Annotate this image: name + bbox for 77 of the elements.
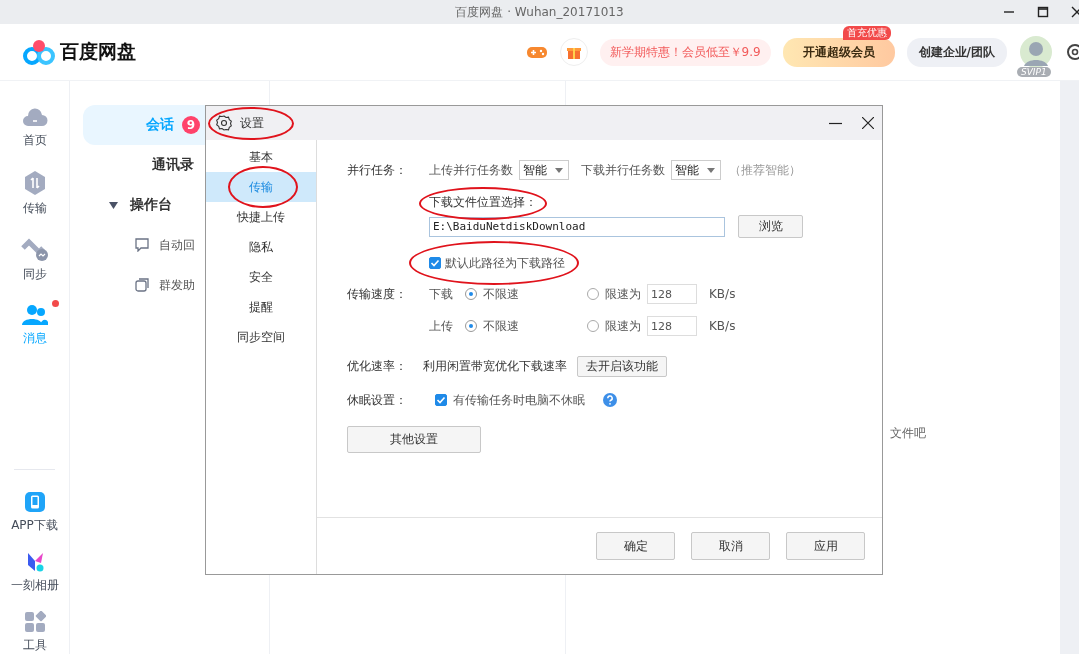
field-label: 传输速度： bbox=[347, 285, 408, 303]
path-field[interactable]: E:\BaiduNetdiskDownload bbox=[429, 216, 725, 237]
field-label: 下载并行任务数 bbox=[581, 161, 665, 179]
settings-tab[interactable]: 安全 bbox=[206, 262, 316, 292]
caret-icon bbox=[109, 201, 118, 209]
close-icon[interactable] bbox=[862, 117, 874, 129]
unit-label: KB/s bbox=[709, 319, 736, 333]
hint-text: （推荐智能） bbox=[729, 161, 801, 179]
radio-button[interactable] bbox=[465, 320, 477, 332]
settings-tab[interactable]: 同步空间 bbox=[206, 322, 316, 352]
checkbox-label: 有传输任务时电脑不休眠 bbox=[453, 391, 585, 409]
dialog-button[interactable]: 取消 bbox=[691, 532, 770, 560]
settings-tab[interactable]: 提醒 bbox=[206, 292, 316, 322]
window-title: 百度网盘 · Wuhan_20171013 bbox=[455, 3, 624, 21]
gamepad-icon[interactable] bbox=[525, 44, 548, 60]
avatar-icon[interactable] bbox=[1019, 35, 1053, 69]
radio-label: 不限速 bbox=[483, 285, 519, 303]
settings-tab[interactable]: 隐私 bbox=[206, 232, 316, 262]
maximize-icon[interactable] bbox=[1037, 6, 1049, 18]
settings-icon[interactable] bbox=[1065, 42, 1079, 62]
radio-button[interactable] bbox=[465, 288, 477, 300]
nav-item[interactable]: 工具 bbox=[8, 606, 61, 654]
dialog-button[interactable]: 应用 bbox=[786, 532, 865, 560]
vip-button[interactable]: 开通超级会员 bbox=[782, 37, 895, 67]
nav-item[interactable]: 传输 bbox=[8, 165, 61, 217]
caret-icon bbox=[707, 167, 715, 173]
caret-icon bbox=[555, 167, 563, 173]
unit-label: KB/s bbox=[709, 287, 736, 301]
dialog-button[interactable]: 确定 bbox=[596, 532, 675, 560]
section-label: 下载文件位置选择： bbox=[429, 193, 537, 211]
checkbox[interactable] bbox=[435, 394, 447, 406]
speed-field[interactable]: 128 bbox=[647, 316, 697, 336]
close-icon[interactable] bbox=[1071, 6, 1079, 18]
svip-badge: SVIP1 bbox=[1017, 67, 1051, 77]
radio-label: 限速为 bbox=[605, 285, 641, 303]
transfer-icon bbox=[22, 170, 47, 196]
field-label: 休眠设置： bbox=[347, 391, 408, 409]
logo-icon bbox=[22, 38, 56, 66]
field-label: 并行任务： bbox=[347, 161, 408, 179]
nav-item[interactable]: 同步 bbox=[8, 233, 61, 283]
dropdown[interactable]: 智能 bbox=[671, 160, 721, 180]
count-badge: 9 bbox=[182, 116, 200, 134]
cloud-icon bbox=[21, 106, 48, 128]
browse-button[interactable]: 浏览 bbox=[738, 215, 803, 238]
people-icon bbox=[20, 304, 49, 326]
nav-item[interactable]: 首页 bbox=[8, 101, 61, 149]
apps-icon bbox=[23, 611, 46, 633]
checkbox[interactable] bbox=[429, 257, 441, 269]
other-settings-button[interactable]: 其他设置 bbox=[347, 426, 481, 453]
dropdown[interactable]: 智能 bbox=[519, 160, 569, 180]
team-button[interactable]: 创建企业/团队 bbox=[906, 37, 1007, 67]
radio-label: 不限速 bbox=[483, 317, 519, 335]
phone-icon bbox=[23, 491, 46, 513]
radio-button[interactable] bbox=[587, 288, 599, 300]
speed-field[interactable]: 128 bbox=[647, 284, 697, 304]
nav-item[interactable]: APP下载 bbox=[8, 486, 61, 534]
field-label: 上传 bbox=[429, 317, 454, 335]
settings-tab[interactable]: 基本 bbox=[206, 142, 316, 172]
promo-badge: 首充优惠 bbox=[842, 25, 891, 40]
checkbox-label: 默认此路径为下载路径 bbox=[445, 254, 565, 272]
dialog-title: 设置 bbox=[240, 114, 264, 132]
field-label: 上传并行任务数 bbox=[429, 161, 513, 179]
help-icon[interactable] bbox=[603, 393, 617, 407]
settings-tab[interactable]: 快捷上传 bbox=[206, 202, 316, 232]
sync-icon bbox=[20, 238, 49, 262]
empty-hint: 文件吧 bbox=[890, 426, 926, 440]
logo-text: 百度网盘 bbox=[60, 39, 136, 64]
field-label: 下载 bbox=[429, 285, 454, 303]
stack-icon bbox=[135, 278, 149, 292]
settings-icon bbox=[216, 115, 232, 131]
chat-icon bbox=[135, 238, 149, 252]
nav-item[interactable]: 一刻相册 bbox=[8, 546, 61, 594]
description-text: 利用闲置带宽优化下载速率 bbox=[423, 357, 567, 375]
radio-button[interactable] bbox=[587, 320, 599, 332]
enable-button[interactable]: 去开启该功能 bbox=[577, 355, 667, 377]
radio-label: 限速为 bbox=[605, 317, 641, 335]
field-label: 优化速率： bbox=[347, 357, 408, 375]
